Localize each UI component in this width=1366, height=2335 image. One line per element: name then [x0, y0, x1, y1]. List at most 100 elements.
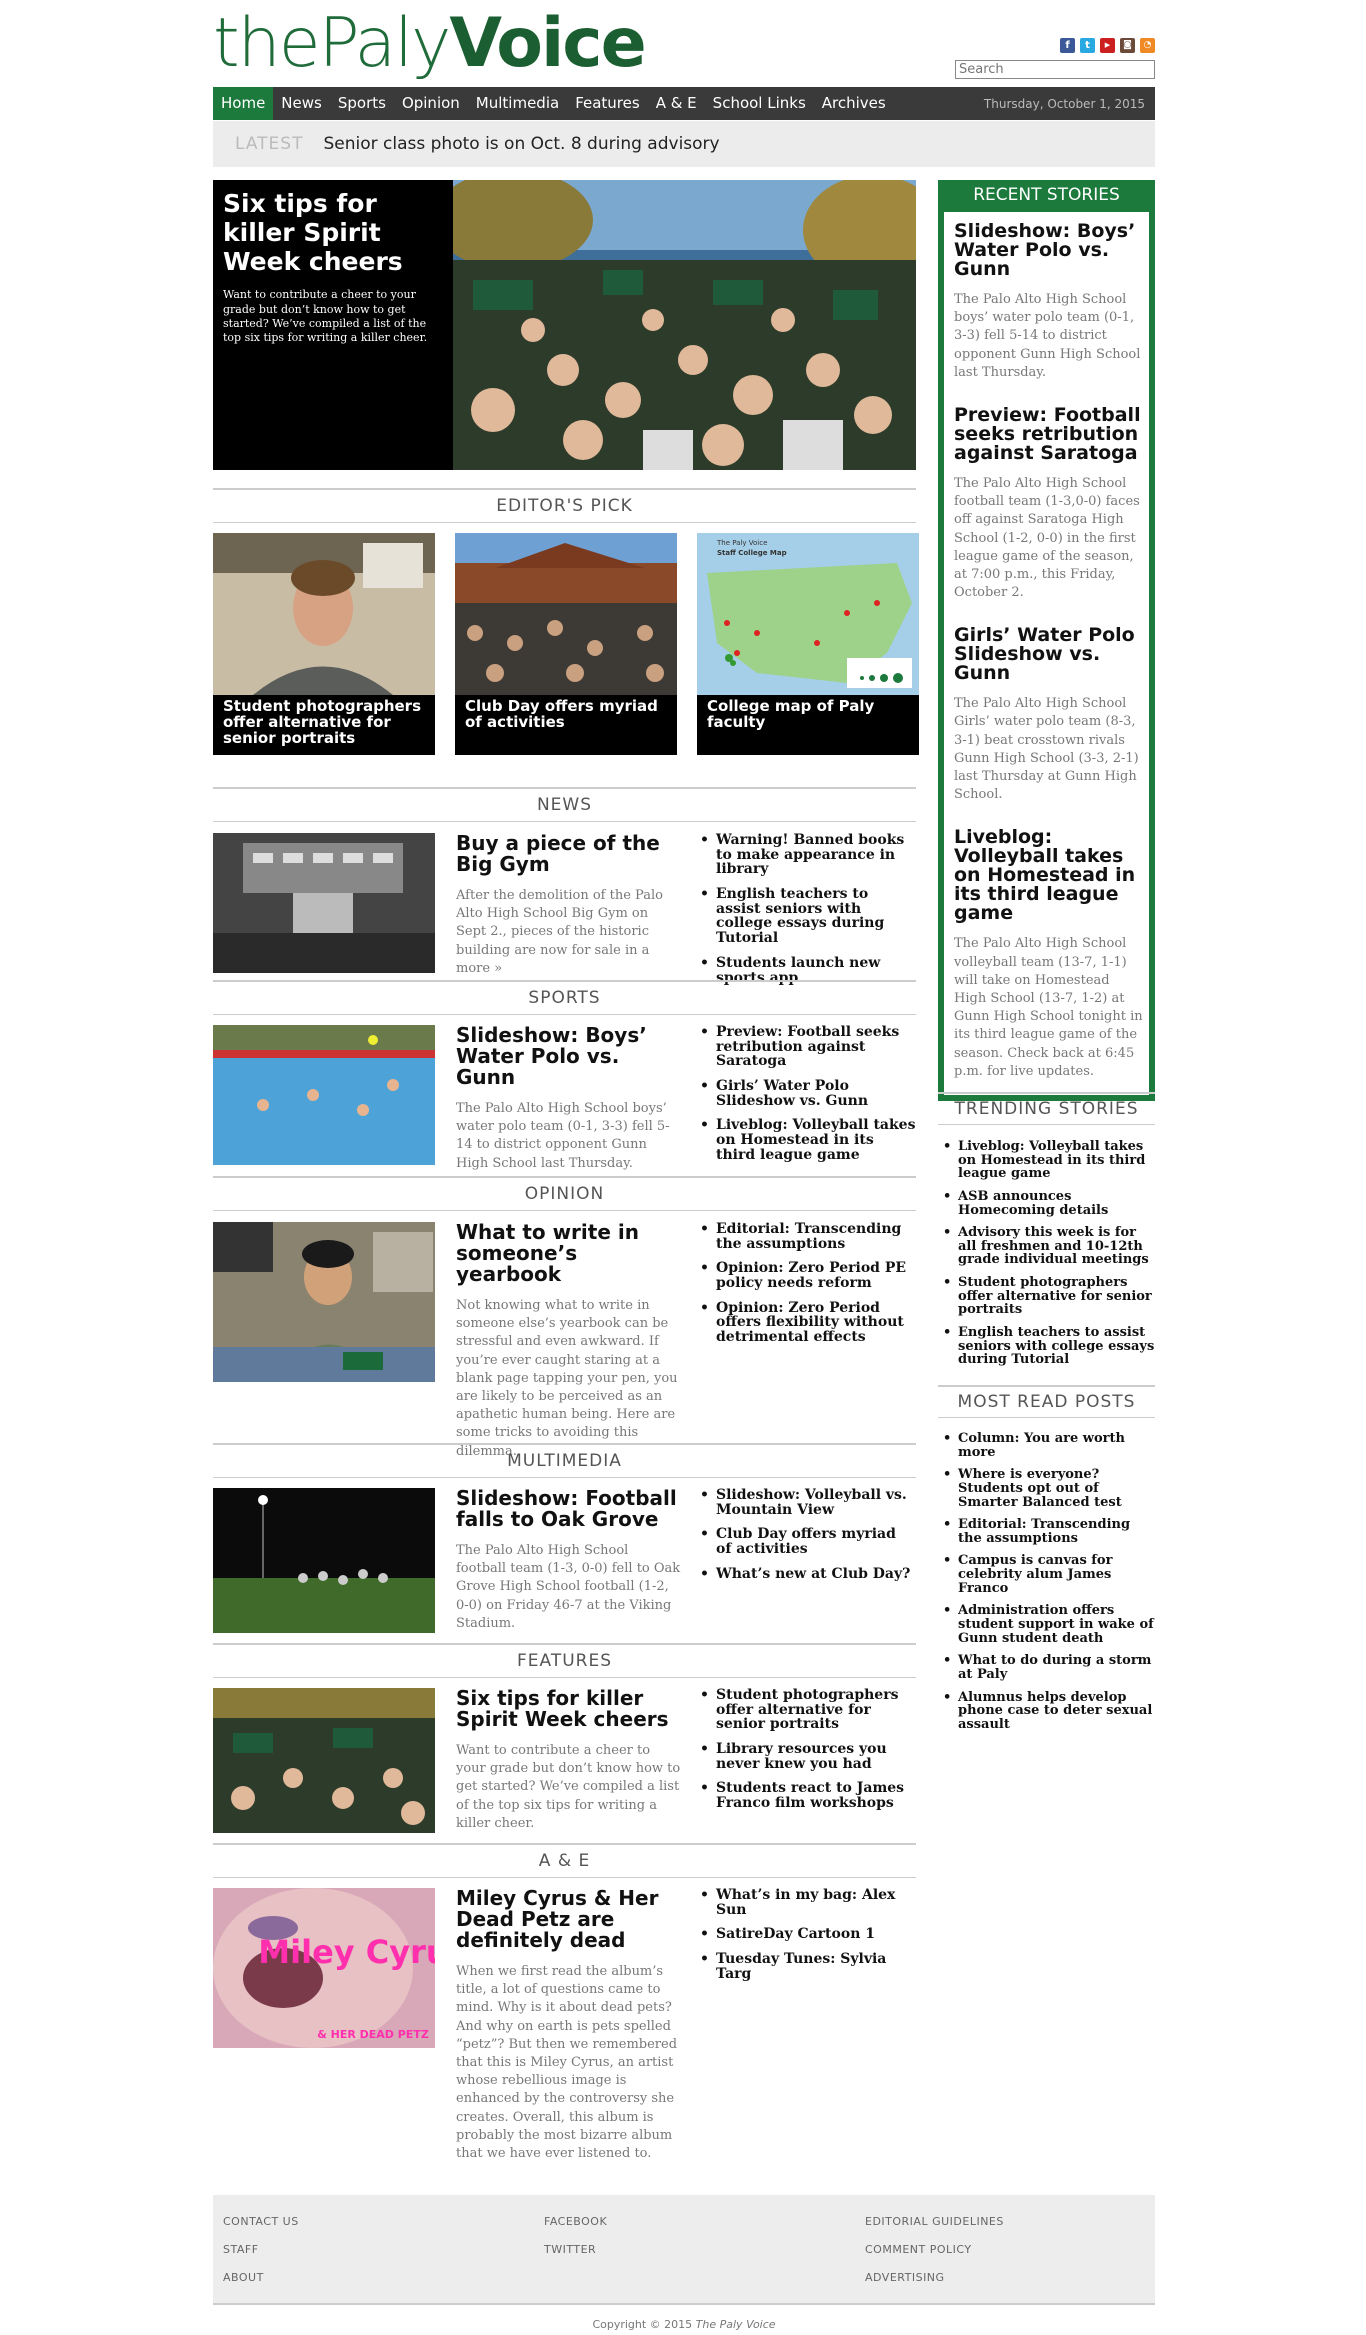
- footer-col-1: CONTACT US STAFF ABOUT: [223, 2215, 299, 2299]
- news-title[interactable]: Buy a piece of the Big Gym: [456, 833, 681, 875]
- most-read-item[interactable]: What to do during a storm at Paly: [938, 1654, 1155, 1681]
- sports-title[interactable]: Slideshow: Boys’ Water Polo vs. Gunn: [456, 1025, 681, 1088]
- opinion-heading: OPINION: [213, 1176, 916, 1211]
- multimedia-link[interactable]: What’s new at Club Day?: [696, 1567, 916, 1582]
- featured-image[interactable]: [453, 180, 916, 470]
- editors-pick-item[interactable]: Club Day offers myriad of activities: [455, 533, 677, 755]
- footer-link-comment-policy[interactable]: COMMENT POLICY: [865, 2243, 1004, 2256]
- ae-thumb[interactable]: Miley Cyrus & HER DEAD PETZ: [213, 1888, 435, 2048]
- recent-title[interactable]: Liveblog: Volleyball takes on Homestead …: [954, 828, 1143, 923]
- recent-title[interactable]: Slideshow: Boys’ Water Polo vs. Gunn: [954, 222, 1143, 279]
- opinion-thumb[interactable]: [213, 1222, 435, 1382]
- album-art-text: Miley Cyrus: [258, 1933, 435, 1971]
- multimedia-link[interactable]: Club Day offers myriad of activities: [696, 1527, 916, 1557]
- features-heading: FEATURES: [213, 1643, 916, 1678]
- trending-item[interactable]: Advisory this week is for all freshmen a…: [938, 1226, 1155, 1267]
- featured-text: Six tips for killer Spirit Week cheers W…: [213, 180, 453, 355]
- featured-title[interactable]: Six tips for killer Spirit Week cheers: [223, 189, 443, 276]
- sports-link[interactable]: Preview: Football seeks retribution agai…: [696, 1025, 916, 1069]
- ae-links: What’s in my bag: Alex Sun SatireDay Car…: [696, 1888, 916, 1991]
- news-link[interactable]: English teachers to assist seniors with …: [696, 887, 916, 946]
- social-links: f t ▶ ◙ ◔: [1060, 38, 1155, 53]
- ae-title[interactable]: Miley Cyrus & Her Dead Petz are definite…: [456, 1888, 681, 1951]
- sports-heading: SPORTS: [213, 980, 916, 1015]
- current-date: Thursday, October 1, 2015: [983, 96, 1145, 111]
- nav-archives[interactable]: Archives: [814, 87, 894, 120]
- youtube-icon[interactable]: ▶: [1100, 38, 1115, 53]
- trending-item[interactable]: Student photographers offer alternative …: [938, 1276, 1155, 1317]
- trending-item[interactable]: ASB announces Homecoming details: [938, 1190, 1155, 1217]
- featured-story[interactable]: Six tips for killer Spirit Week cheers W…: [213, 180, 916, 470]
- latest-headline[interactable]: Senior class photo is on Oct. 8 during a…: [323, 134, 719, 154]
- rss-icon[interactable]: ◔: [1140, 38, 1155, 53]
- features-link[interactable]: Student photographers offer alternative …: [696, 1688, 916, 1732]
- opinion-link[interactable]: Opinion: Zero Period PE policy needs ref…: [696, 1261, 916, 1291]
- editors-pick-item[interactable]: Student photographers offer alternative …: [213, 533, 435, 755]
- nav-home[interactable]: Home: [213, 87, 274, 120]
- instagram-icon[interactable]: ◙: [1120, 38, 1135, 53]
- footer-link-facebook[interactable]: FACEBOOK: [544, 2215, 607, 2228]
- footer-link-editorial[interactable]: EDITORIAL GUIDELINES: [865, 2215, 1004, 2228]
- opinion-links: Editorial: Transcending the assumptions …: [696, 1222, 916, 1355]
- recent-title[interactable]: Girls’ Water Polo Slideshow vs. Gunn: [954, 626, 1143, 683]
- multimedia-thumb[interactable]: [213, 1488, 435, 1633]
- ae-link[interactable]: What’s in my bag: Alex Sun: [696, 1888, 916, 1918]
- footer-link-staff[interactable]: STAFF: [223, 2243, 299, 2256]
- footer-link-twitter[interactable]: TWITTER: [544, 2243, 607, 2256]
- nav-ae[interactable]: A & E: [648, 87, 705, 120]
- most-read-item[interactable]: Column: You are worth more: [938, 1432, 1155, 1459]
- news-thumb[interactable]: [213, 833, 435, 973]
- nav-sports[interactable]: Sports: [330, 87, 394, 120]
- features-link[interactable]: Library resources you never knew you had: [696, 1742, 916, 1772]
- sports-link[interactable]: Girls’ Water Polo Slideshow vs. Gunn: [696, 1079, 916, 1109]
- most-read-item[interactable]: Alumnus helps develop phone case to dete…: [938, 1690, 1155, 1732]
- opinion-title[interactable]: What to write in someone’s yearbook: [456, 1222, 681, 1285]
- most-read-item[interactable]: Where is everyone? Students opt out of S…: [938, 1468, 1155, 1509]
- recent-stories: RECENT STORIES Slideshow: Boys’ Water Po…: [938, 180, 1155, 1101]
- opinion-link[interactable]: Opinion: Zero Period offers flexibility …: [696, 1300, 916, 1345]
- recent-blurb: The Palo Alto High School football team …: [954, 475, 1140, 601]
- most-read-heading: MOST READ POSTS: [938, 1385, 1155, 1418]
- footer-link-about[interactable]: ABOUT: [223, 2271, 299, 2284]
- sports-thumb[interactable]: [213, 1025, 435, 1165]
- logo-the: the: [213, 4, 321, 83]
- multimedia-link[interactable]: Slideshow: Volleyball vs. Mountain View: [696, 1488, 916, 1518]
- news-link[interactable]: Warning! Banned books to make appearance…: [696, 833, 916, 877]
- logo-paly: Paly: [318, 4, 452, 83]
- footer-link-advertising[interactable]: ADVERTISING: [865, 2271, 1004, 2284]
- site-logo[interactable]: thePalyVoice: [213, 10, 647, 78]
- copyright-name: The Paly Voice: [695, 2318, 776, 2331]
- footer-link-contact[interactable]: CONTACT US: [223, 2215, 299, 2228]
- multimedia-links: Slideshow: Volleyball vs. Mountain View …: [696, 1488, 916, 1591]
- recent-title[interactable]: Preview: Football seeks retribution agai…: [954, 405, 1143, 463]
- search-input[interactable]: [955, 60, 1155, 79]
- news-links: Warning! Banned books to make appearance…: [696, 833, 916, 995]
- nav-multimedia[interactable]: Multimedia: [468, 87, 567, 120]
- features-link[interactable]: Students react to James Franco film work…: [696, 1781, 916, 1811]
- most-read-item[interactable]: Editorial: Transcending the assumptions: [938, 1518, 1155, 1545]
- nav-news[interactable]: News: [273, 87, 330, 120]
- most-read-item[interactable]: Administration offers student support in…: [938, 1604, 1155, 1645]
- nav-school-links[interactable]: School Links: [705, 87, 814, 120]
- opinion-link[interactable]: Editorial: Transcending the assumptions: [696, 1222, 916, 1252]
- trending-item[interactable]: English teachers to assist seniors with …: [938, 1326, 1155, 1367]
- twitter-icon[interactable]: t: [1080, 38, 1095, 53]
- most-read-list: Column: You are worth more Where is ever…: [938, 1432, 1155, 1741]
- features-title[interactable]: Six tips for killer Spirit Week cheers: [456, 1688, 681, 1730]
- nav-opinion[interactable]: Opinion: [394, 87, 468, 120]
- footer: CONTACT US STAFF ABOUT FACEBOOK TWITTER …: [213, 2195, 1155, 2305]
- recent-item: Girls’ Water Polo Slideshow vs. Gunn The…: [944, 616, 1149, 804]
- nav-features[interactable]: Features: [567, 87, 648, 120]
- multimedia-title[interactable]: Slideshow: Football falls to Oak Grove: [456, 1488, 681, 1530]
- sports-link[interactable]: Liveblog: Volleyball takes on Homestead …: [696, 1118, 916, 1162]
- features-blurb: Want to contribute a cheer to your grade…: [456, 1743, 681, 1831]
- map-subtitle: Staff College Map: [717, 549, 787, 557]
- trending-item[interactable]: Liveblog: Volleyball takes on Homestead …: [938, 1140, 1155, 1181]
- recent-blurb: The Palo Alto High School volleyball tea…: [954, 936, 1143, 1079]
- ae-link[interactable]: Tuesday Tunes: Sylvia Targ: [696, 1952, 916, 1982]
- most-read-item[interactable]: Campus is canvas for celebrity alum Jame…: [938, 1554, 1155, 1595]
- ae-link[interactable]: SatireDay Cartoon 1: [696, 1927, 916, 1942]
- facebook-icon[interactable]: f: [1060, 38, 1075, 53]
- features-thumb[interactable]: [213, 1688, 435, 1833]
- editors-pick-item[interactable]: The Paly Voice Staff College Map College…: [697, 533, 919, 755]
